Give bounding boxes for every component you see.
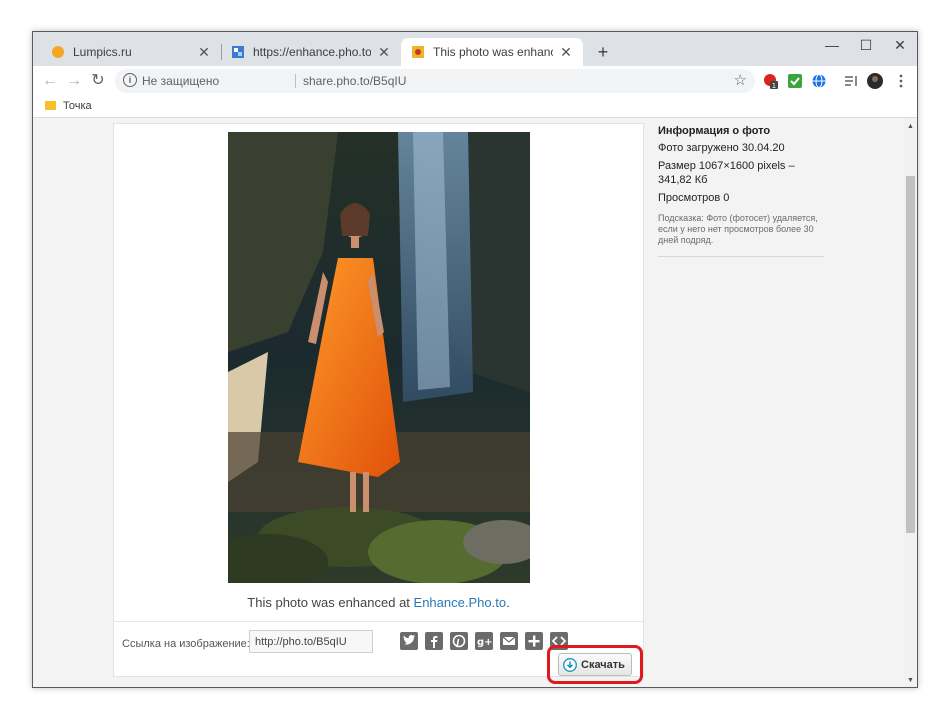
svg-text:1: 1	[772, 82, 776, 89]
info-heading: Информация о фото	[658, 125, 771, 137]
divider	[658, 256, 824, 257]
close-icon[interactable]: ✕	[559, 44, 573, 61]
bookmark-item[interactable]: Точка	[63, 100, 92, 112]
tab-enhanced-photo[interactable]: This photo was enhanced at Enh ✕	[401, 38, 583, 66]
download-button[interactable]: Скачать	[558, 653, 632, 676]
photo-card: This photo was enhanced at Enhance.Pho.t…	[113, 123, 644, 684]
google-plus-icon[interactable]: g+	[475, 632, 493, 650]
email-icon[interactable]	[500, 632, 518, 650]
menu-dots-icon[interactable]	[893, 73, 909, 89]
tab-title: https://enhance.pho.to/ru/	[253, 45, 371, 59]
scroll-down-arrow-icon[interactable]: ▼	[904, 674, 917, 687]
caption-text: This photo was enhanced at	[247, 595, 414, 610]
back-button[interactable]: ←	[39, 70, 61, 92]
minimize-button[interactable]: —	[815, 32, 849, 60]
url-text[interactable]: share.pho.to/B5qIU	[303, 74, 406, 88]
security-label[interactable]: Не защищено	[142, 74, 219, 88]
twitter-icon[interactable]	[400, 632, 418, 650]
info-icon[interactable]: i	[123, 73, 137, 87]
address-bar[interactable]: i Не защищено share.pho.to/B5qIU ☆	[115, 69, 755, 93]
enhance-pho-to-link[interactable]: Enhance.Pho.to	[414, 595, 507, 610]
caption-suffix: .	[506, 595, 510, 610]
add-icon[interactable]	[525, 632, 543, 650]
new-tab-button[interactable]: +	[591, 40, 615, 64]
tab-enhance[interactable]: https://enhance.pho.to/ru/ ✕	[221, 38, 401, 66]
star-icon[interactable]: ☆	[734, 71, 747, 89]
globe-extension-icon[interactable]	[811, 73, 827, 89]
image-link-label: Ссылка на изображение:	[122, 638, 250, 650]
forward-button[interactable]: →	[63, 70, 85, 92]
image-link-field[interactable]	[249, 630, 373, 653]
close-icon[interactable]: ✕	[197, 44, 211, 61]
tab-strip: Lumpics.ru ✕ https://enhance.pho.to/ru/ …	[33, 32, 917, 66]
tab-title: Lumpics.ru	[73, 45, 132, 59]
view-count: Просмотров 0	[658, 192, 730, 204]
tab-title: This photo was enhanced at Enh	[433, 45, 553, 59]
facebook-icon[interactable]	[425, 632, 443, 650]
browser-window: Lumpics.ru ✕ https://enhance.pho.to/ru/ …	[32, 31, 918, 688]
reload-button[interactable]: ↻	[87, 70, 109, 92]
download-icon	[563, 657, 577, 672]
upload-date: Фото загружено 30.04.20	[658, 142, 785, 154]
enhanced-photo[interactable]	[228, 132, 530, 583]
scrollbar-thumb[interactable]	[906, 176, 915, 533]
download-label: Скачать	[581, 658, 625, 671]
svg-text:g+: g+	[477, 637, 493, 648]
page-viewport: This photo was enhanced at Enhance.Pho.t…	[33, 118, 904, 687]
profile-avatar-icon[interactable]	[867, 73, 883, 89]
photo-caption: This photo was enhanced at Enhance.Pho.t…	[114, 595, 643, 610]
address-separator	[295, 74, 296, 88]
close-icon[interactable]: ✕	[377, 44, 391, 61]
reading-list-icon[interactable]	[843, 73, 859, 89]
maximize-button[interactable]: ☐	[849, 32, 883, 60]
enhance-pho-to-icon	[232, 46, 244, 58]
browser-toolbar: ← → ↻ i Не защищено share.pho.to/B5qIU ☆…	[33, 66, 917, 96]
download-highlight: Скачать	[547, 645, 643, 684]
bookmarks-bar: Точка	[33, 96, 917, 118]
deletion-hint: Подсказка: Фото (фотосет) удаляется, есл…	[658, 213, 818, 245]
folder-icon	[45, 101, 56, 110]
pinterest-icon[interactable]	[450, 632, 468, 650]
tab-lumpics[interactable]: Lumpics.ru ✕	[41, 38, 221, 66]
vertical-scrollbar[interactable]: ▲ ▼	[904, 118, 917, 687]
divider	[114, 621, 643, 622]
photo-size: Размер 1067×1600 pixels – 341,82 Кб	[658, 160, 795, 186]
enhance-pho-to-icon	[412, 46, 424, 58]
scroll-up-arrow-icon[interactable]: ▲	[904, 120, 917, 133]
orange-circle-icon	[52, 46, 64, 58]
extension-red-icon[interactable]: 1	[763, 73, 779, 89]
close-window-button[interactable]: ✕	[883, 32, 917, 60]
checkmark-extension-icon[interactable]	[787, 73, 803, 89]
photo-info-panel: Информация о фото Фото загружено 30.04.2…	[658, 125, 828, 257]
